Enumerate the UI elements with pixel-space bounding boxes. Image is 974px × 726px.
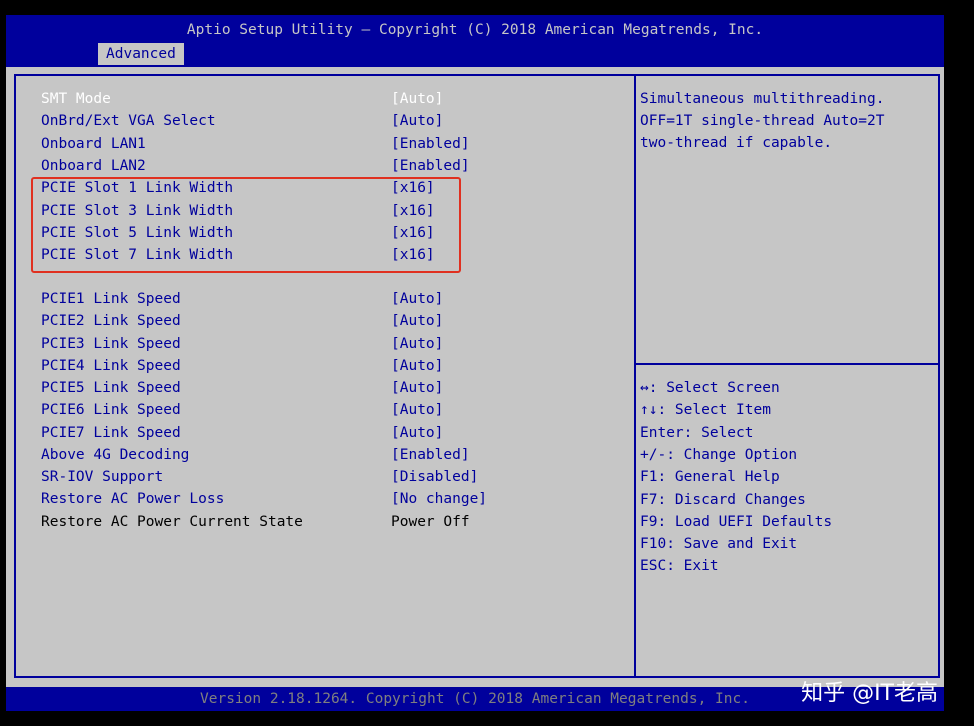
key-legend-item: +/-: Change Option <box>640 447 798 463</box>
setup-panel: SMT Mode [Auto] OnBrd/Ext VGA Select [Auto]… <box>6 67 944 687</box>
key-legend-item: F9: Load UEFI Defaults <box>640 514 833 530</box>
setting-value[interactable]: [Auto] <box>391 422 443 444</box>
setting-label[interactable]: Above 4G Decoding <box>41 444 189 466</box>
setting-value[interactable]: [Auto] <box>391 399 443 421</box>
title-bar: Aptio Setup Utility – Copyright (C) 2018… <box>6 15 944 67</box>
key-legend-item: F7: Discard Changes <box>640 492 806 508</box>
watermark: 知乎 @IT老高 <box>801 681 938 706</box>
help-divider <box>636 363 940 365</box>
setting-label[interactable]: Onboard LAN2 <box>41 155 146 177</box>
setting-value: Power Off <box>391 514 470 530</box>
key-legend-item: ↑↓: Select Item <box>640 402 771 418</box>
setting-value[interactable]: [Auto] <box>391 88 443 110</box>
setting-label[interactable]: OnBrd/Ext VGA Select <box>41 110 216 132</box>
help-line: Simultaneous multithreading. <box>640 91 885 107</box>
setting-value[interactable]: [No change] <box>391 488 487 510</box>
setting-value[interactable]: [Auto] <box>391 377 443 399</box>
key-legend-item: ↔: Select Screen <box>640 380 780 396</box>
setting-label[interactable]: Restore AC Power Loss <box>41 488 224 510</box>
key-legend-item: ESC: Exit <box>640 558 719 574</box>
status-bar: Version 2.18.1264. Copyright (C) 2018 Am… <box>6 681 944 711</box>
setting-value[interactable]: [Auto] <box>391 355 443 377</box>
setting-label[interactable]: SMT Mode <box>41 88 111 110</box>
app-title: Aptio Setup Utility – Copyright (C) 2018… <box>186 22 764 38</box>
setting-label[interactable]: Onboard LAN1 <box>41 133 146 155</box>
setting-label[interactable]: PCIE4 Link Speed <box>41 355 181 377</box>
setting-value[interactable]: [Auto] <box>391 333 443 355</box>
setting-value[interactable]: [Enabled] <box>391 133 470 155</box>
setting-value[interactable]: [Enabled] <box>391 155 470 177</box>
setting-label[interactable]: PCIE1 Link Speed <box>41 288 181 310</box>
setting-label[interactable]: PCIE6 Link Speed <box>41 399 181 421</box>
key-legend-item: F1: General Help <box>640 469 780 485</box>
setting-label[interactable]: PCIE7 Link Speed <box>41 422 181 444</box>
setting-value[interactable]: [Auto] <box>391 288 443 310</box>
setting-label[interactable]: PCIE3 Link Speed <box>41 333 181 355</box>
help-line: two-thread if capable. <box>640 135 833 151</box>
setting-value[interactable]: [Auto] <box>391 310 443 332</box>
setting-value[interactable]: [Auto] <box>391 110 443 132</box>
setting-label[interactable]: PCIE5 Link Speed <box>41 377 181 399</box>
key-legend-item: Enter: Select <box>640 425 754 441</box>
help-line: OFF=1T single-thread Auto=2T <box>640 113 885 129</box>
setting-label: Restore AC Power Current State <box>41 514 303 530</box>
highlight-annotation-box <box>31 177 461 273</box>
setting-label[interactable]: PCIE2 Link Speed <box>41 310 181 332</box>
vertical-divider <box>634 74 636 678</box>
setting-label[interactable]: SR-IOV Support <box>41 466 163 488</box>
setting-value[interactable]: [Enabled] <box>391 444 470 466</box>
tab-advanced[interactable]: Advanced <box>98 43 184 65</box>
setting-value[interactable]: [Disabled] <box>391 466 478 488</box>
key-legend-item: F10: Save and Exit <box>640 536 798 552</box>
